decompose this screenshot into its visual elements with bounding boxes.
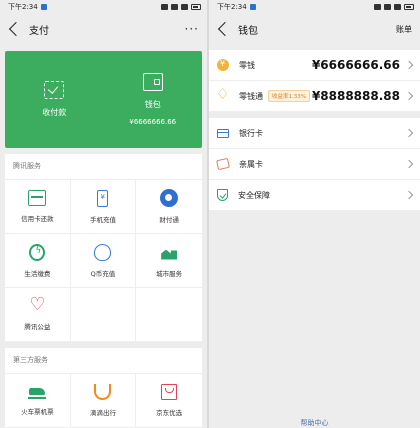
security-row[interactable]: 安全保障: [209, 180, 420, 211]
service-phone-topup[interactable]: 手机充值: [70, 180, 137, 234]
qq-coin-icon: [94, 243, 112, 261]
phone-topup-icon: [97, 189, 109, 207]
shopping-bag-icon: [161, 384, 178, 400]
pay-wallet-banner: 收付款 钱包 ¥6666666.66: [5, 51, 202, 148]
service-qq-coin[interactable]: Q币充值: [70, 234, 137, 288]
back-arrow-icon[interactable]: [8, 21, 24, 37]
service-label: 信用卡还款: [21, 215, 54, 223]
help-center-link[interactable]: 帮助中心: [209, 418, 420, 428]
change-label: 零钱: [239, 60, 255, 70]
service-jd[interactable]: 京东优选: [136, 374, 202, 428]
back-arrow-icon[interactable]: [217, 21, 233, 37]
service-credit-card[interactable]: 信用卡还款: [5, 180, 71, 234]
wifi-icon: [394, 4, 401, 10]
wallet-balance: ¥6666666.66: [129, 118, 177, 126]
family-card-row[interactable]: 亲属卡: [209, 149, 420, 180]
wallet-button[interactable]: 钱包 ¥6666666.66: [104, 51, 203, 148]
yield-badge: 收益率1.33%: [268, 90, 310, 102]
tencent-services-section: 腾讯服务 信用卡还款 手机充值 财付通 生活缴费 Q币充值: [5, 154, 202, 342]
credit-card-icon: [28, 190, 47, 206]
charity-heart-icon: [29, 294, 45, 315]
shield-icon: [217, 189, 228, 201]
change-amount: ¥6666666.66: [311, 58, 400, 72]
chevron-right-icon: [404, 159, 414, 169]
service-label: 腾讯公益: [24, 322, 51, 331]
status-bar: 下午2:34: [209, 0, 420, 14]
chevron-right-icon: [404, 60, 414, 70]
signal-icon: [384, 4, 391, 10]
wallet-screen: 下午2:34 钱包 账单 零钱 ¥6666666.66 零钱通 收益率1.33%…: [209, 0, 420, 428]
battery-icon: [191, 4, 201, 10]
wallet-label: 钱包: [144, 100, 161, 109]
change-row[interactable]: 零钱 ¥6666666.66: [209, 50, 420, 81]
family-card-icon: [216, 157, 230, 171]
diamond-icon: [216, 85, 229, 103]
notification-icon: [40, 4, 47, 10]
service-city[interactable]: 城市服务: [136, 234, 202, 288]
service-label: Q币充值: [90, 269, 116, 278]
more-button[interactable]: ···: [185, 22, 199, 36]
section-title: 腾讯服务: [5, 154, 202, 180]
nav-bar: 钱包 账单: [209, 14, 420, 44]
security-label: 安全保障: [238, 190, 270, 200]
service-label: 手机充值: [89, 215, 116, 224]
bank-card-icon: [217, 128, 229, 138]
balance-list: 零钱 ¥6666666.66 零钱通 收益率1.33% ¥8888888.88: [209, 50, 420, 112]
card-list: 银行卡 亲属卡 安全保障: [209, 118, 420, 211]
service-label: 财付通: [159, 216, 179, 224]
status-time: 下午2:34: [217, 3, 247, 11]
service-label: 火车票机票: [21, 408, 54, 416]
service-utility-bill[interactable]: 生活缴费: [5, 234, 71, 288]
bluetooth-icon: [374, 4, 381, 10]
service-label: 京东优选: [156, 409, 183, 417]
status-time: 下午2:34: [8, 3, 38, 11]
notification-icon: [249, 4, 256, 10]
chevron-right-icon: [404, 91, 414, 101]
licaitong-label: 零钱通: [239, 91, 263, 101]
service-label: 城市服务: [156, 269, 183, 278]
family-card-label: 亲属卡: [239, 159, 263, 169]
wifi-icon: [181, 4, 188, 10]
service-label: 生活缴费: [24, 269, 51, 278]
city-service-icon: [160, 244, 178, 261]
licaitong-row[interactable]: 零钱通 收益率1.33% ¥8888888.88: [209, 81, 420, 112]
train-icon: [28, 385, 47, 399]
utility-bill-icon: [29, 243, 46, 261]
bank-card-label: 银行卡: [239, 128, 263, 138]
signal-icon: [171, 4, 178, 10]
third-party-section: 第三方服务 火车票机票 滴滴出行 京东优选: [5, 348, 202, 428]
pay-receive-button[interactable]: 收付款: [5, 51, 104, 148]
didi-icon: [94, 384, 112, 400]
bluetooth-icon: [161, 4, 168, 10]
section-title: 第三方服务: [5, 348, 202, 374]
tenpay-icon: [160, 189, 179, 207]
bill-button[interactable]: 账单: [396, 24, 412, 35]
wallet-icon: [142, 73, 163, 91]
empty-cell: [70, 288, 137, 342]
pay-screen: 下午2:34 支付 ··· 收付款 钱包 ¥6666666.66 腾讯服务 信用…: [0, 0, 207, 428]
status-bar: 下午2:34: [0, 0, 207, 14]
service-charity[interactable]: 腾讯公益: [5, 288, 71, 342]
service-label: 滴滴出行: [89, 409, 116, 417]
chevron-right-icon: [404, 128, 414, 138]
page-title: 支付: [29, 25, 49, 37]
page-title: 钱包: [238, 25, 258, 37]
licaitong-amount: ¥8888888.88: [311, 89, 400, 103]
chevron-right-icon: [404, 190, 414, 200]
pay-receive-label: 收付款: [42, 108, 67, 117]
service-train[interactable]: 火车票机票: [5, 374, 71, 428]
battery-icon: [404, 4, 414, 10]
coin-icon: [217, 59, 229, 71]
nav-bar: 支付 ···: [0, 14, 207, 44]
service-didi[interactable]: 滴滴出行: [70, 374, 137, 428]
empty-cell: [136, 288, 202, 342]
bank-card-row[interactable]: 银行卡: [209, 118, 420, 149]
scan-check-icon: [44, 81, 65, 99]
service-tenpay[interactable]: 财付通: [136, 180, 202, 234]
